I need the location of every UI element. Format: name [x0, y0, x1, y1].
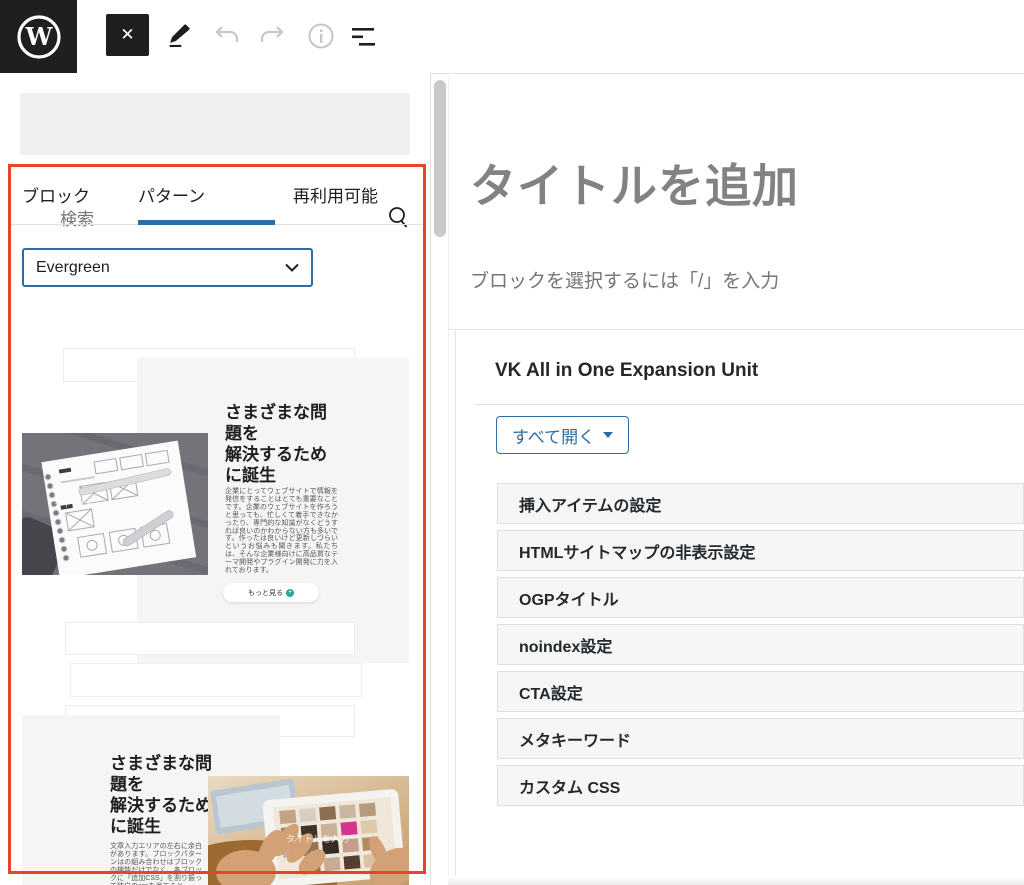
expand-all-label: すべて開く: [512, 423, 595, 448]
metabox-row-label: メタキーワード: [519, 727, 631, 751]
active-tab-indicator: [138, 220, 275, 225]
close-icon: ✕: [120, 25, 134, 45]
tab-patterns[interactable]: パターン: [138, 182, 205, 207]
pattern2-heading: さまざまな問 題を 解決するため に誕生: [110, 753, 212, 837]
metabox-row-label: CTA設定: [519, 680, 583, 704]
block-appender-placeholder[interactable]: ブロックを選択するには「/」を入力: [470, 266, 779, 293]
canvas-left-edge: [448, 73, 449, 885]
block-inserter-toggle-button[interactable]: ✕: [106, 14, 149, 56]
pattern1-heading: さまざまな問 題を 解決するため に誕生: [225, 402, 327, 486]
metabox-bottom-edge: [448, 876, 1024, 885]
metabox-accordion-row[interactable]: CTA設定: [497, 671, 1024, 712]
metabox-accordion-row[interactable]: noindex設定: [497, 624, 1024, 665]
wordpress-logo-icon: W: [16, 14, 62, 60]
pattern2-tablet-photo: タイトルを入力: [208, 776, 409, 885]
edit-mode-button[interactable]: [162, 18, 196, 52]
pattern-search-input[interactable]: 検索: [20, 93, 410, 155]
metabox-left-border: [455, 330, 456, 876]
metabox-row-label: HTMLサイトマップの非表示設定: [519, 539, 755, 563]
list-view-icon: [351, 26, 383, 48]
metabox-row-label: 挿入アイテムの設定: [519, 492, 661, 516]
pattern1-more-button: もっと見る +: [223, 583, 319, 602]
metabox-row-label: OGPタイトル: [519, 586, 619, 610]
pencil-icon: [165, 21, 193, 49]
pattern2-body: 文章入力エリアの左右に余白があります。ブロックパターンはの組み合わせはブロックの…: [110, 843, 202, 885]
metabox-accordion-row[interactable]: HTMLサイトマップの非表示設定: [497, 530, 1024, 571]
metabox-title: VK All in One Expansion Unit: [495, 360, 758, 382]
metabox-row-label: カスタム CSS: [519, 774, 620, 798]
expand-all-button[interactable]: すべて開く: [496, 416, 629, 454]
redo-icon: [259, 25, 285, 47]
pattern-placeholder-bar: [70, 663, 362, 697]
pattern1-body: 企業にとってウェブサイトで情報を発信をすることはとても重要なことです。企業のウェ…: [225, 488, 338, 575]
metabox-row-label: noindex設定: [519, 633, 612, 657]
details-button[interactable]: [305, 20, 337, 52]
pattern1-notebook-photo: タイトルを入力: [22, 433, 208, 575]
list-view-button[interactable]: [350, 24, 384, 50]
metabox-accordion-row[interactable]: カスタム CSS: [497, 765, 1024, 806]
inserter-tabs: ブロック パターン 再利用可能: [9, 166, 422, 225]
wordpress-logo-button[interactable]: W: [0, 0, 77, 74]
circle-plus-icon: +: [286, 589, 294, 597]
svg-text:W: W: [24, 22, 53, 51]
undo-icon: [214, 25, 240, 47]
pattern1-title-placeholder: タイトルを入力: [54, 499, 110, 509]
info-icon: [307, 22, 335, 50]
metabox-title-divider: [476, 404, 1024, 405]
tab-blocks[interactable]: ブロック: [22, 182, 90, 207]
editor-toolbar: [0, 0, 1024, 74]
post-title-input[interactable]: タイトルを追加: [470, 150, 799, 216]
pattern-placeholder-bar: [65, 622, 355, 655]
undo-button[interactable]: [211, 21, 243, 51]
chevron-down-icon: [285, 263, 299, 272]
metabox-accordion-row[interactable]: 挿入アイテムの設定: [497, 483, 1024, 524]
wordpress-block-editor: W ✕ 検索: [0, 0, 1024, 885]
pattern-preview-1[interactable]: タイトルを入力 さまざまな問 題を 解決するため に誕生 企業にとってウェブサイ…: [0, 340, 430, 605]
metabox-accordion-row[interactable]: OGPタイトル: [497, 577, 1024, 618]
metabox-accordion-list: 挿入アイテムの設定 HTMLサイトマップの非表示設定 OGPタイトル noind…: [497, 483, 1024, 812]
sidebar-scrollbar-thumb[interactable]: [434, 80, 446, 237]
pattern2-title-placeholder: タイトルを入力: [286, 833, 349, 844]
caret-down-icon: [603, 432, 613, 438]
pattern-preview-2[interactable]: さまざまな問 題を 解決するため に誕生 文章入力エリアの左右に余白があります。…: [0, 715, 430, 885]
more-label: もっと見る: [248, 588, 283, 598]
pattern-category-value: Evergreen: [36, 259, 110, 277]
pattern-category-select[interactable]: Evergreen: [22, 248, 313, 287]
redo-button[interactable]: [256, 21, 288, 51]
content-metabox-divider: [448, 329, 1024, 330]
tab-reusable[interactable]: 再利用可能: [293, 182, 378, 207]
metabox-accordion-row[interactable]: メタキーワード: [497, 718, 1024, 759]
